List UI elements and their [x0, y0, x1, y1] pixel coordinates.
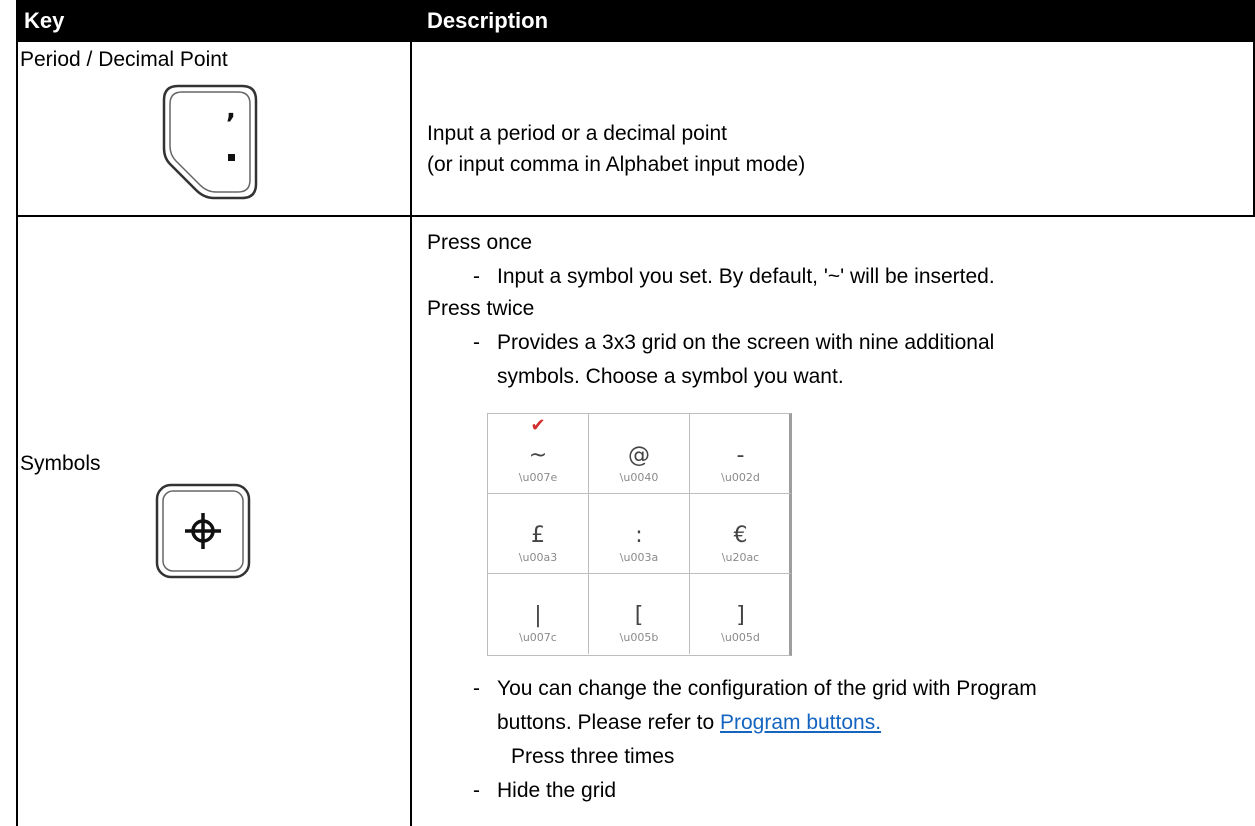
grid-symbol: - — [736, 443, 745, 468]
symbol-grid: ✔ ~ \u007e @ \u0040 - \u002d £ \u00a3 : … — [487, 413, 792, 656]
grid-code: \u005b — [619, 631, 659, 644]
grid-code: \u0040 — [619, 471, 659, 484]
grid-cell[interactable]: [ \u005b — [589, 574, 690, 654]
header-key: Key — [16, 0, 414, 42]
grid-code: \u20ac — [721, 551, 760, 564]
grid-cell[interactable]: : \u003a — [589, 494, 690, 574]
grid-symbol: ~ — [528, 443, 548, 468]
press-once-dash: - — [473, 265, 480, 288]
press-three-heading: Press three times — [511, 745, 675, 768]
grid-cell[interactable]: £ \u00a3 — [488, 494, 589, 574]
table-border-right — [1253, 42, 1255, 216]
grid-code: \u007c — [519, 631, 557, 644]
key-description-table: Key Description Period / Decimal Point ,… — [0, 0, 1255, 826]
config-line-1: You can change the configuration of the … — [497, 677, 1037, 700]
config-line-2-prefix: buttons. Please refer to — [497, 711, 720, 734]
hide-dash: - — [473, 779, 480, 802]
program-buttons-link[interactable]: Program buttons. — [720, 711, 881, 734]
press-twice-dash: - — [473, 331, 480, 354]
grid-code: \u005d — [721, 631, 760, 644]
grid-cell[interactable]: | \u007c — [488, 574, 589, 654]
grid-cell[interactable]: - \u002d — [690, 414, 791, 494]
grid-symbol: | — [534, 603, 542, 628]
svg-text:,: , — [226, 95, 236, 125]
period-description-line-1: Input a period or a decimal point — [427, 122, 728, 145]
grid-symbol: ] — [736, 603, 745, 628]
crosshair-key-icon — [153, 481, 253, 581]
key-label-symbols: Symbols — [20, 452, 101, 475]
grid-symbol: : — [635, 523, 643, 548]
table-column-divider — [410, 42, 412, 826]
period-description-line-2: (or input comma in Alphabet input mode) — [427, 153, 806, 176]
grid-code: \u007e — [518, 471, 558, 484]
grid-symbol: £ — [531, 523, 545, 548]
hide-grid-item: Hide the grid — [497, 779, 617, 802]
config-line-2: buttons. Please refer to Program buttons… — [497, 710, 881, 736]
table-border-left — [16, 42, 18, 826]
grid-code: \u002d — [721, 471, 760, 484]
period-key-icon: , — [158, 80, 262, 204]
grid-code: \u00a3 — [518, 551, 558, 564]
grid-cell[interactable]: @ \u0040 — [589, 414, 690, 494]
grid-symbol: @ — [628, 443, 650, 468]
header-description: Description — [412, 0, 1255, 42]
grid-symbol: € — [733, 523, 748, 548]
row-divider — [16, 215, 1255, 217]
grid-code: \u003a — [619, 551, 659, 564]
grid-cell[interactable]: € \u20ac — [690, 494, 791, 574]
press-twice-item-line-2: symbols. Choose a symbol you want. — [497, 365, 844, 388]
key-label-period: Period / Decimal Point — [20, 48, 228, 71]
grid-cell[interactable]: ✔ ~ \u007e — [488, 414, 589, 494]
grid-cell[interactable]: ] \u005d — [690, 574, 791, 654]
press-once-item: Input a symbol you set. By default, '~' … — [497, 265, 995, 288]
press-twice-heading: Press twice — [427, 297, 535, 320]
grid-symbol: [ — [634, 603, 644, 628]
press-once-heading: Press once — [427, 231, 533, 254]
press-twice-item-line-1: Provides a 3x3 grid on the screen with n… — [497, 331, 995, 354]
config-dash: - — [473, 677, 480, 700]
checkmark-icon: ✔ — [530, 415, 546, 436]
